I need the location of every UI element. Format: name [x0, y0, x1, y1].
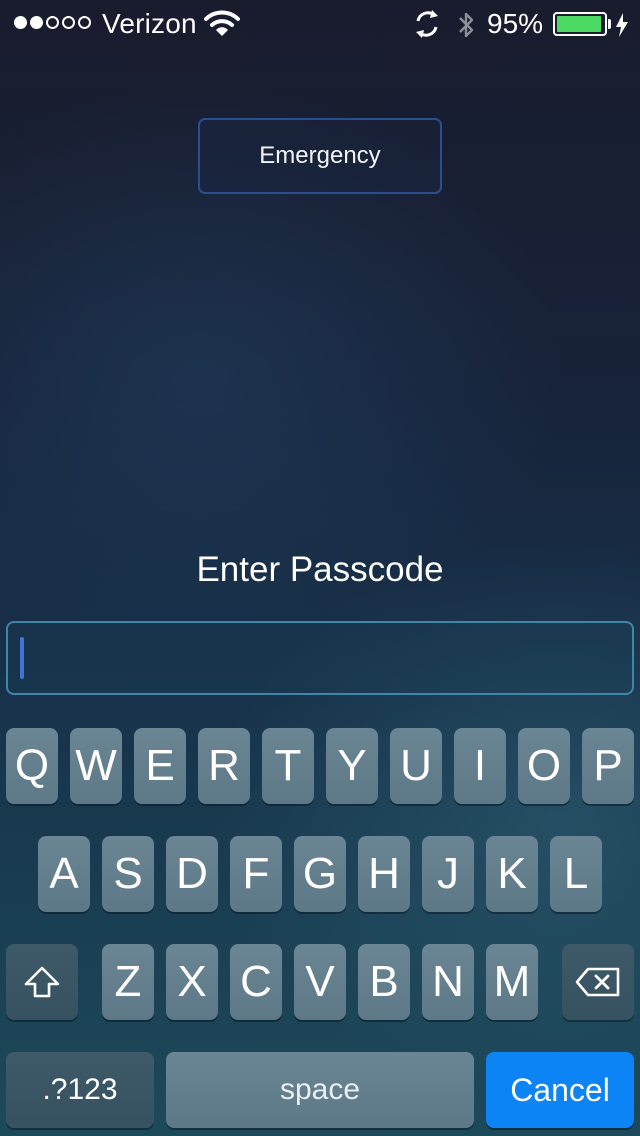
key-c[interactable]: C [230, 944, 282, 1020]
wifi-icon [204, 10, 240, 36]
key-z[interactable]: Z [102, 944, 154, 1020]
key-x[interactable]: X [166, 944, 218, 1020]
key-j[interactable]: J [422, 836, 474, 912]
key-e[interactable]: E [134, 728, 186, 804]
sync-icon [416, 10, 438, 38]
backspace-icon [575, 967, 620, 997]
signal-dot [46, 16, 59, 29]
signal-dot [62, 16, 75, 29]
key-f[interactable]: F [230, 836, 282, 912]
numbers-key[interactable]: .?123 [6, 1052, 154, 1128]
shift-arrow-icon [24, 966, 60, 998]
status-bar: Verizon 95% [0, 0, 640, 48]
delete-key[interactable] [562, 944, 634, 1020]
key-u[interactable]: U [390, 728, 442, 804]
key-d[interactable]: D [166, 836, 218, 912]
key-t[interactable]: T [262, 728, 314, 804]
key-w[interactable]: W [70, 728, 122, 804]
enter-passcode-title: Enter Passcode [196, 550, 444, 589]
battery-percentage: 95% [487, 8, 544, 39]
bluetooth-icon [459, 12, 474, 38]
battery-icon [553, 12, 607, 36]
key-m[interactable]: M [486, 944, 538, 1020]
key-r[interactable]: R [198, 728, 250, 804]
key-a[interactable]: A [38, 836, 90, 912]
battery-level-fill [557, 16, 601, 32]
key-p[interactable]: P [582, 728, 634, 804]
text-cursor [20, 637, 24, 679]
signal-dot [14, 16, 27, 29]
space-key[interactable]: space [166, 1052, 474, 1128]
key-v[interactable]: V [294, 944, 346, 1020]
key-l[interactable]: L [550, 836, 602, 912]
key-o[interactable]: O [518, 728, 570, 804]
passcode-input[interactable] [6, 621, 634, 695]
key-n[interactable]: N [422, 944, 474, 1020]
emergency-button[interactable]: Emergency [198, 118, 442, 194]
key-g[interactable]: G [294, 836, 346, 912]
battery-tip [608, 19, 611, 29]
cancel-button[interactable]: Cancel [486, 1052, 634, 1128]
key-s[interactable]: S [102, 836, 154, 912]
carrier-name: Verizon [102, 8, 197, 39]
shift-key[interactable] [6, 944, 78, 1020]
signal-dot [30, 16, 43, 29]
key-b[interactable]: B [358, 944, 410, 1020]
signal-dot [78, 16, 91, 29]
key-i[interactable]: I [454, 728, 506, 804]
key-y[interactable]: Y [326, 728, 378, 804]
key-k[interactable]: K [486, 836, 538, 912]
charging-bolt-icon [616, 13, 628, 37]
signal-strength-dots [14, 16, 91, 29]
key-q[interactable]: Q [6, 728, 58, 804]
key-h[interactable]: H [358, 836, 410, 912]
